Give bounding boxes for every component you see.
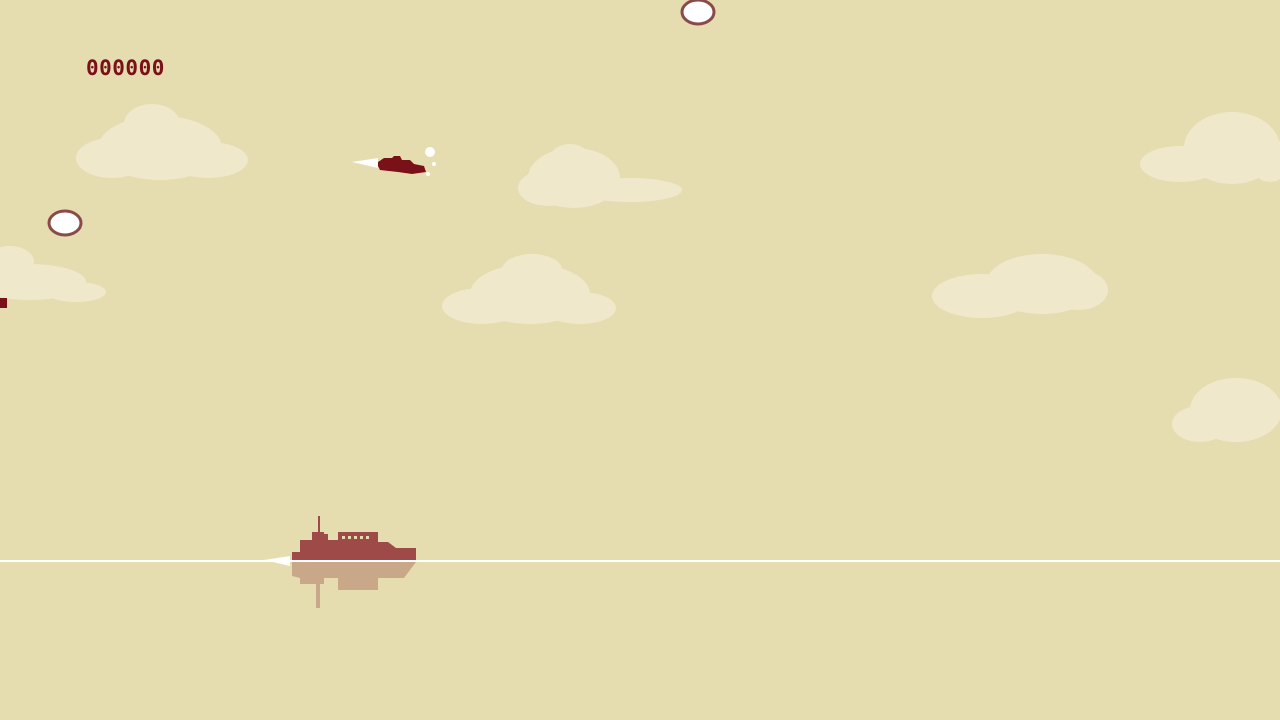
cloud-7: [0, 246, 106, 302]
game-scene: [0, 0, 1280, 608]
player-plane: [352, 147, 436, 176]
cloud-1: [76, 104, 248, 180]
enemy-battleship: [292, 516, 416, 560]
player-exhaust: [425, 147, 435, 157]
enemy-orb-left: [47, 209, 83, 237]
cloud-5: [1140, 112, 1280, 184]
ship-reflection: [292, 562, 416, 608]
game-screen[interactable]: 000000: [0, 0, 1280, 720]
cloud-2: [518, 144, 682, 208]
enemy-orb-top: [680, 0, 716, 26]
cloud-3: [442, 254, 616, 324]
cloud-4: [932, 254, 1108, 318]
cloud-6: [1172, 378, 1280, 442]
offscreen-enemy: [0, 298, 7, 308]
score-counter: 000000: [86, 56, 165, 80]
player-contrail: [352, 158, 378, 168]
